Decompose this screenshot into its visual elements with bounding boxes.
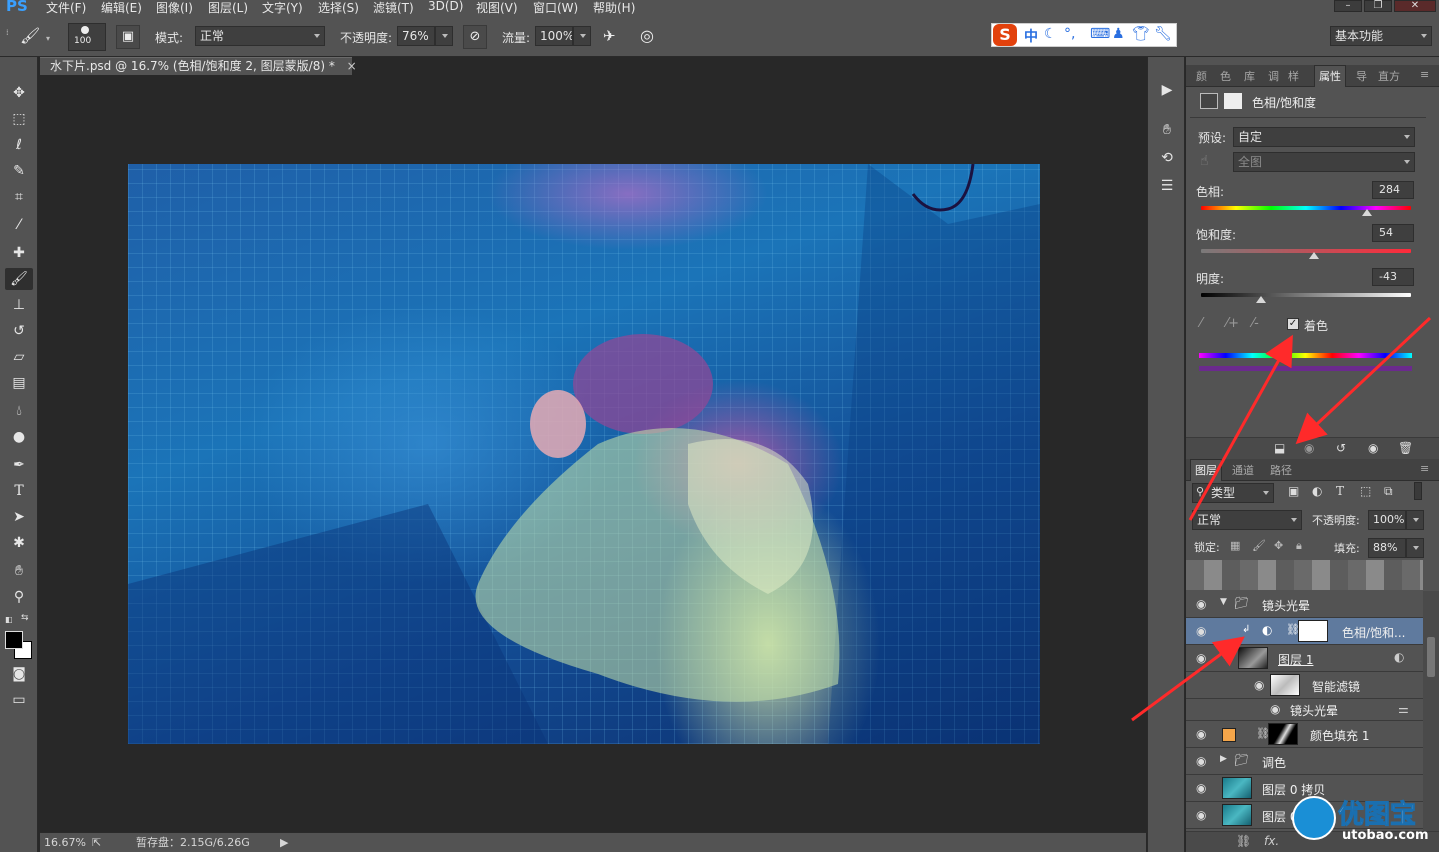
arrow-to-colorize bbox=[1188, 334, 1293, 521]
annotation-arrows bbox=[1131, 316, 1432, 722]
watermark-bird-icon bbox=[1292, 796, 1336, 840]
arrow-to-selected-layer bbox=[1131, 636, 1245, 722]
watermark-text: 优图宝 bbox=[1337, 800, 1417, 831]
watermark: 优图宝 utobao.com bbox=[1292, 792, 1439, 852]
watermark-domain: utobao.com bbox=[1342, 828, 1429, 843]
arrow-to-clip-button bbox=[1295, 316, 1432, 445]
